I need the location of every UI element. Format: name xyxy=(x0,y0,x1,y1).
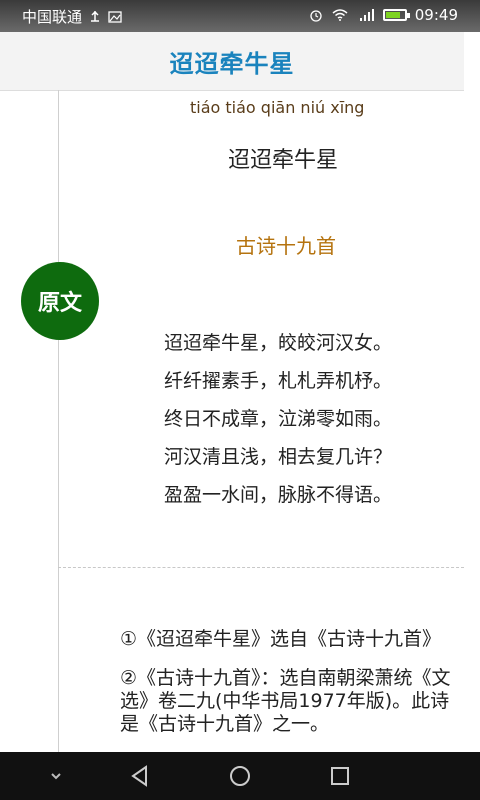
status-bar: 中国联通 09:49 xyxy=(0,0,480,32)
poem-line: 迢迢牵牛星，皎皎河汉女。 xyxy=(164,332,393,354)
navigation-bar xyxy=(0,752,480,800)
poem-body: 迢迢牵牛星，皎皎河汉女。 纤纤擢素手，札札弄机杼。 终日不成章，泣涕零如雨。 河… xyxy=(164,324,392,514)
right-edge xyxy=(464,32,480,752)
usb-icon xyxy=(91,10,100,22)
status-right: 09:49 xyxy=(309,6,458,24)
poem-pinyin: tiáo tiáo qiān niú xīng xyxy=(190,98,365,117)
battery-icon xyxy=(382,9,410,21)
wifi-icon xyxy=(332,9,348,21)
alarm-icon xyxy=(310,10,322,22)
timeline-line xyxy=(58,90,59,752)
back-icon[interactable] xyxy=(128,764,152,788)
poem-line: 纤纤擢素手，札札弄机杼。 xyxy=(164,370,393,392)
note-item: ①《迢迢牵牛星》选自《古诗十九首》 xyxy=(120,628,442,650)
image-icon xyxy=(108,10,122,23)
clock: 09:49 xyxy=(414,6,458,24)
note-item: ②《古诗十九首》：选自南朝梁萧统《文选》卷二九(中华书局1977年版)。此诗是《… xyxy=(120,667,451,735)
section-badge-original: 原文 xyxy=(21,262,99,340)
content-scroll[interactable]: tiáo tiáo qiān niú xīng 迢迢牵牛星 古诗十九首 原文 迢… xyxy=(0,90,464,752)
poem-line: 河汉清且浅，相去复几许？ xyxy=(164,446,393,468)
notes-section: ①《迢迢牵牛星》选自《古诗十九首》 ②《古诗十九首》：选自南朝梁萧统《文选》卷二… xyxy=(120,628,462,752)
status-left: 中国联通 xyxy=(22,6,122,27)
section-divider xyxy=(58,567,464,568)
poem-line: 终日不成章，泣涕零如雨。 xyxy=(164,408,393,430)
poem-line: 盈盈一水间，脉脉不得语。 xyxy=(164,484,393,506)
app-header: 迢迢牵牛星 xyxy=(0,32,464,91)
signal-icon xyxy=(359,9,374,21)
home-icon[interactable] xyxy=(228,764,252,788)
recent-apps-icon[interactable] xyxy=(328,764,352,788)
poem-source[interactable]: 古诗十九首 xyxy=(236,230,336,259)
page-title: 迢迢牵牛星 xyxy=(169,49,295,78)
poem-title: 迢迢牵牛星 xyxy=(228,148,339,173)
chevron-down-icon[interactable] xyxy=(44,764,68,788)
carrier-label: 中国联通 xyxy=(22,8,83,26)
